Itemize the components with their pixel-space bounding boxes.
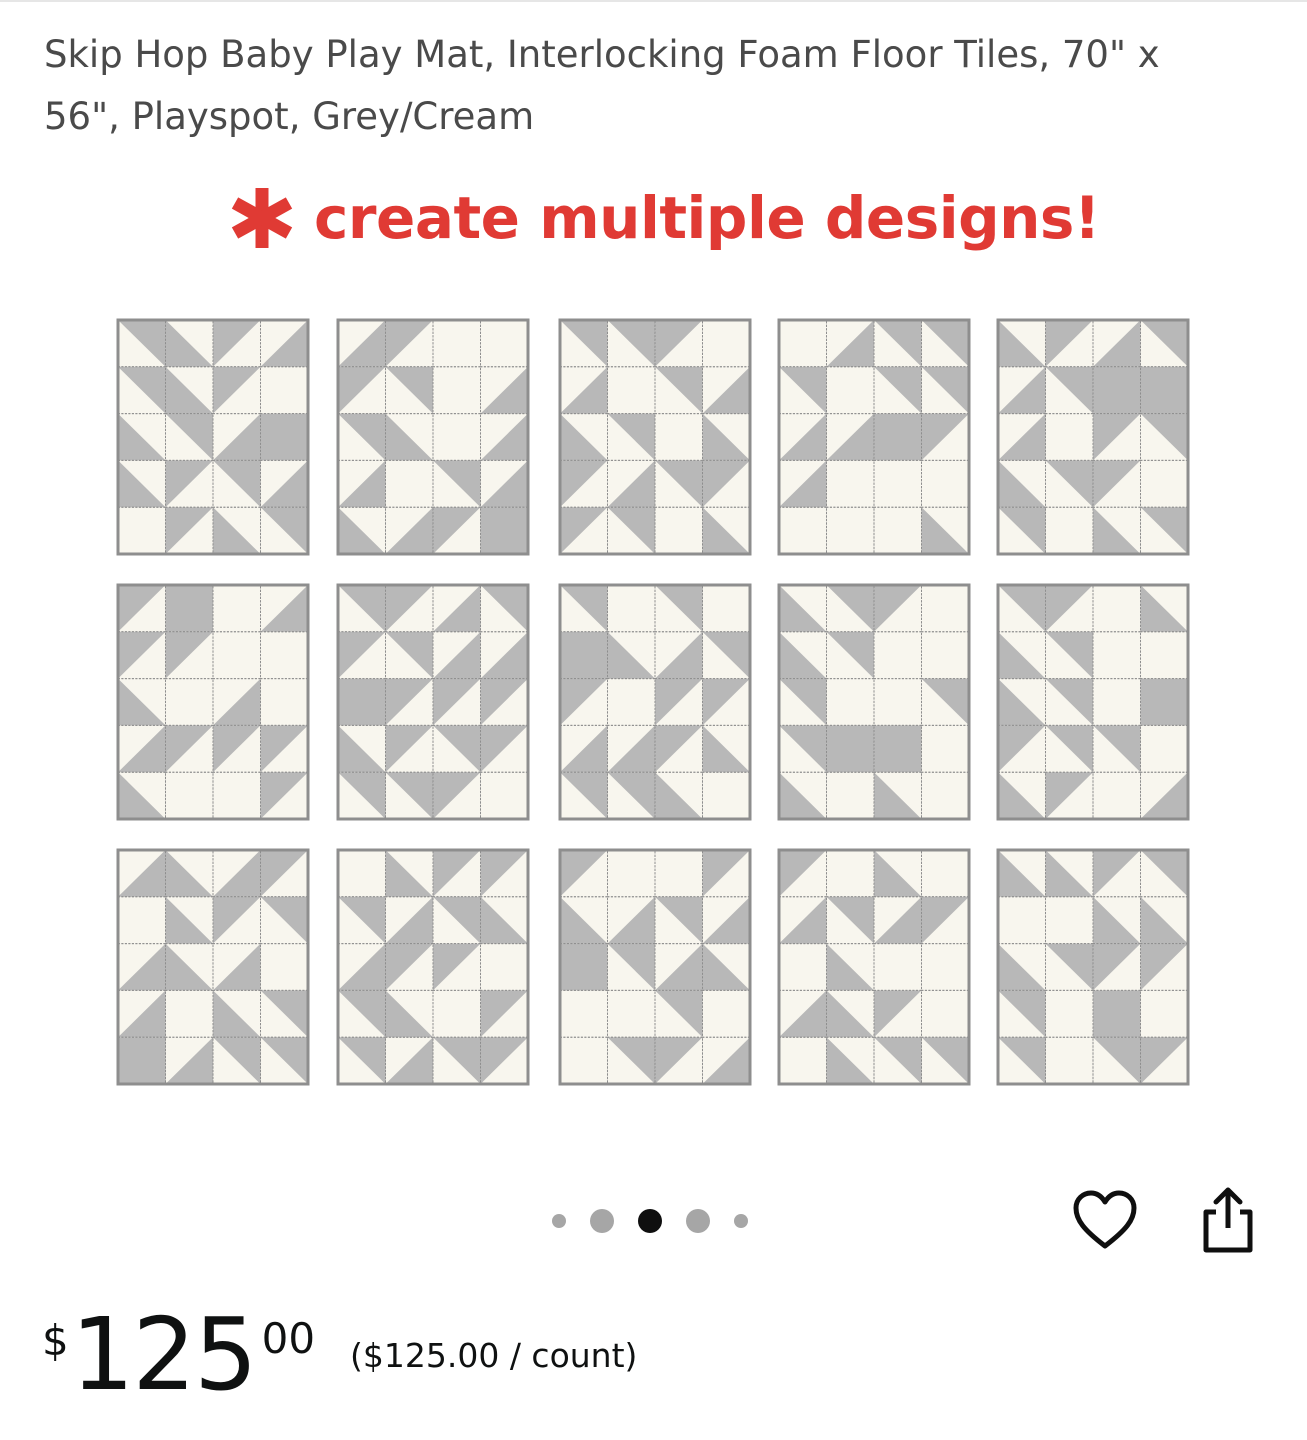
- mat-design-thumbnail: [996, 583, 1190, 821]
- price-fraction: 00: [261, 1314, 316, 1363]
- mat-design-thumbnail: [336, 318, 530, 556]
- unit-price: ($125.00 / count): [350, 1336, 638, 1375]
- mat-design-thumbnail: [116, 318, 310, 556]
- mat-design-thumbnail: [336, 848, 530, 1086]
- carousel-dot[interactable]: [734, 1214, 748, 1228]
- mat-design-thumbnail: [558, 318, 752, 556]
- product-title: Skip Hop Baby Play Mat, Interlocking Foa…: [44, 33, 1160, 138]
- carousel-dot[interactable]: [552, 1214, 566, 1228]
- mat-design-thumbnail: [116, 848, 310, 1086]
- share-icon[interactable]: [1196, 1184, 1260, 1260]
- mat-design-thumbnail: [777, 583, 971, 821]
- carousel-dot[interactable]: [686, 1209, 710, 1233]
- mat-design-thumbnail: [777, 848, 971, 1086]
- price-currency-symbol: $: [42, 1316, 69, 1365]
- image-gallery[interactable]: create multiple designs!: [0, 160, 1307, 1120]
- price-whole: 125: [70, 1296, 258, 1413]
- mat-designs-grid: [116, 318, 1190, 1086]
- mat-design-thumbnail: [558, 583, 752, 821]
- mat-design-thumbnail: [336, 583, 530, 821]
- mat-design-thumbnail: [558, 848, 752, 1086]
- top-divider: [0, 0, 1307, 2]
- mat-design-thumbnail: [996, 318, 1190, 556]
- carousel-indicator[interactable]: [540, 1206, 760, 1236]
- price: $ 125 00: [42, 1300, 315, 1420]
- mat-design-thumbnail: [116, 583, 310, 821]
- mat-design-thumbnail: [777, 318, 971, 556]
- carousel-dot[interactable]: [590, 1209, 614, 1233]
- heart-icon[interactable]: [1072, 1188, 1138, 1258]
- mat-design-thumbnail: [996, 848, 1190, 1086]
- carousel-dot-active[interactable]: [638, 1209, 662, 1233]
